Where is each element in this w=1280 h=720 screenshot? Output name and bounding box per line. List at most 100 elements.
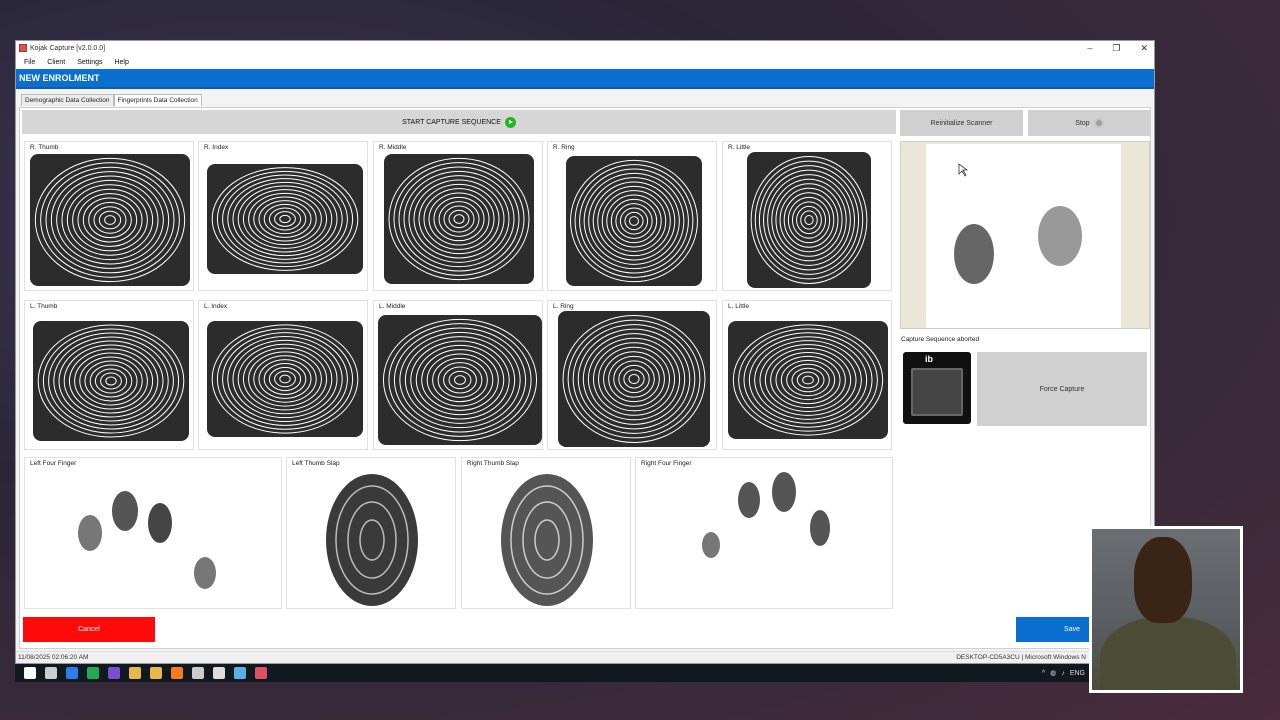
slap-cell-right-thumb[interactable]: Right Thumb Slap — [461, 457, 631, 609]
title-bar: Kojak Capture [v2.0.0.0] – ❐ ✕ — [16, 41, 1154, 55]
menu-file[interactable]: File — [24, 59, 35, 66]
fingerprints-panel: START CAPTURE SEQUENCE Reinitialize Scan… — [19, 107, 1151, 649]
machine-info: DESKTOP-CD5A3CU | Microsoft Windows N — [956, 654, 1086, 661]
finger-cell-r-index[interactable]: R. Index — [198, 141, 368, 291]
fingerprint-image — [558, 311, 710, 447]
language-indicator[interactable]: ENG — [1070, 670, 1085, 677]
close-button[interactable]: ✕ — [1140, 41, 1148, 55]
app-window: Kojak Capture [v2.0.0.0] – ❐ ✕ File Clie… — [15, 40, 1155, 664]
slap-cell-left-four[interactable]: Left Four Finger — [24, 457, 282, 609]
fingerprint-image — [30, 154, 190, 286]
taskbar-app-icon[interactable] — [45, 667, 57, 679]
force-capture-label: Force Capture — [1039, 385, 1085, 393]
window-title: Kojak Capture [v2.0.0.0] — [30, 44, 106, 52]
webcam-video — [1092, 529, 1240, 690]
fingerprint-image — [378, 315, 542, 445]
finger-cell-l-index[interactable]: L. Index — [198, 300, 368, 450]
fingerprint-image — [728, 321, 888, 439]
reinitialize-scanner-button[interactable]: Reinitialize Scanner — [900, 110, 1023, 136]
taskbar-app-icon[interactable] — [171, 667, 183, 679]
fingerprint-image — [326, 474, 418, 606]
stop-label: Stop — [1075, 119, 1090, 127]
finger-cell-l-ring[interactable]: L. Ring — [547, 300, 717, 450]
timestamp: 11/08/2025 02:06:20 AM — [18, 654, 89, 661]
finger-cell-l-little[interactable]: L. Little — [722, 300, 892, 450]
volume-icon[interactable]: ♪ — [1061, 670, 1065, 677]
cancel-label: Cancel — [78, 626, 100, 633]
taskbar-app-icon[interactable] — [66, 667, 78, 679]
taskbar: ^ ◍ ♪ ENG — [15, 664, 1155, 682]
scanner-preview — [900, 141, 1150, 329]
minimize-button[interactable]: – — [1087, 41, 1092, 55]
menu-client[interactable]: Client — [47, 59, 65, 66]
finger-cell-r-middle[interactable]: R. Middle — [373, 141, 543, 291]
finger-label: L. Middle — [379, 303, 406, 310]
reinitialize-label: Reinitialize Scanner — [930, 119, 993, 127]
cancel-button[interactable]: Cancel — [23, 617, 155, 642]
taskbar-app-icon[interactable] — [129, 667, 141, 679]
menu-help[interactable]: Help — [114, 59, 128, 66]
capture-status: Capture Sequence aborted — [901, 336, 980, 343]
fingerprint-image — [384, 154, 534, 284]
start-capture-button[interactable]: START CAPTURE SEQUENCE — [22, 110, 896, 134]
fingerprint-image — [501, 474, 593, 606]
chevron-up-icon[interactable]: ^ — [1042, 670, 1045, 677]
finger-label: R. Ring — [553, 144, 575, 151]
fingerprint-image — [207, 164, 363, 274]
fingerprint-image — [33, 321, 189, 441]
fingerprint-image — [207, 321, 363, 437]
slap-label: Left Four Finger — [30, 460, 77, 467]
tab-strip: Demographic Data Collection Fingerprints… — [16, 92, 1154, 106]
finger-cell-l-thumb[interactable]: L. Thumb — [24, 300, 194, 450]
fingerprint-image — [747, 152, 871, 288]
slap-cell-right-four[interactable]: Right Four Finger — [635, 457, 893, 609]
scanner-screen — [911, 368, 963, 416]
finger-label: R. Thumb — [30, 144, 59, 151]
status-bar: 11/08/2025 02:06:20 AM DESKTOP-CD5A3CU |… — [16, 651, 1154, 663]
taskbar-app-icon[interactable] — [213, 667, 225, 679]
taskbar-app-icon[interactable] — [150, 667, 162, 679]
tab-fingerprints[interactable]: Fingerprints Data Collection — [113, 94, 202, 106]
taskbar-apps — [15, 667, 267, 679]
save-label: Save — [1064, 626, 1080, 633]
finger-label: L. Index — [204, 303, 228, 310]
finger-label: R. Index — [204, 144, 229, 151]
finger-label: L. Little — [728, 303, 749, 310]
force-capture-button[interactable]: Force Capture — [977, 352, 1147, 426]
app-icon — [19, 44, 27, 52]
slap-cell-left-thumb[interactable]: Left Thumb Slap — [286, 457, 456, 609]
fingerprint-image — [702, 472, 830, 558]
finger-cell-l-middle[interactable]: L. Middle — [373, 300, 543, 450]
maximize-button[interactable]: ❐ — [1112, 41, 1120, 55]
taskbar-app-icon[interactable] — [192, 667, 204, 679]
taskbar-app-icon[interactable] — [255, 667, 267, 679]
taskbar-app-icon[interactable] — [87, 667, 99, 679]
preview-canvas — [926, 144, 1121, 328]
taskbar-app-icon[interactable] — [108, 667, 120, 679]
webcam-overlay — [1089, 526, 1243, 693]
stop-button[interactable]: Stop — [1028, 110, 1151, 136]
finger-cell-r-little[interactable]: R. Little — [722, 141, 892, 291]
taskbar-app-icon[interactable] — [234, 667, 246, 679]
fingerprint-image — [78, 491, 216, 589]
page-title: NEW ENROLMENT — [19, 73, 100, 83]
network-icon[interactable]: ◍ — [1050, 669, 1056, 677]
windows-start-icon[interactable] — [24, 667, 36, 679]
finger-label: R. Middle — [379, 144, 407, 151]
stop-icon — [1093, 118, 1104, 128]
menu-settings[interactable]: Settings — [77, 59, 102, 66]
finger-cell-r-thumb[interactable]: R. Thumb — [24, 141, 194, 291]
menu-bar: File Client Settings Help — [16, 55, 1154, 69]
live-fingerprint-image — [954, 163, 1082, 284]
window-controls: – ❐ ✕ — [1087, 41, 1148, 55]
finger-label: L. Ring — [553, 303, 574, 310]
finger-cell-r-ring[interactable]: R. Ring — [547, 141, 717, 291]
person-shoulders — [1100, 617, 1236, 690]
system-tray: ^ ◍ ♪ ENG — [1042, 664, 1085, 682]
finger-label: R. Little — [728, 144, 751, 151]
slap-label: Right Thumb Slap — [467, 460, 519, 467]
fingerprint-image — [566, 156, 702, 286]
tab-demographic[interactable]: Demographic Data Collection — [21, 94, 114, 106]
footer-actions: Cancel Save — [19, 611, 1151, 651]
slap-label: Left Thumb Slap — [292, 460, 340, 467]
